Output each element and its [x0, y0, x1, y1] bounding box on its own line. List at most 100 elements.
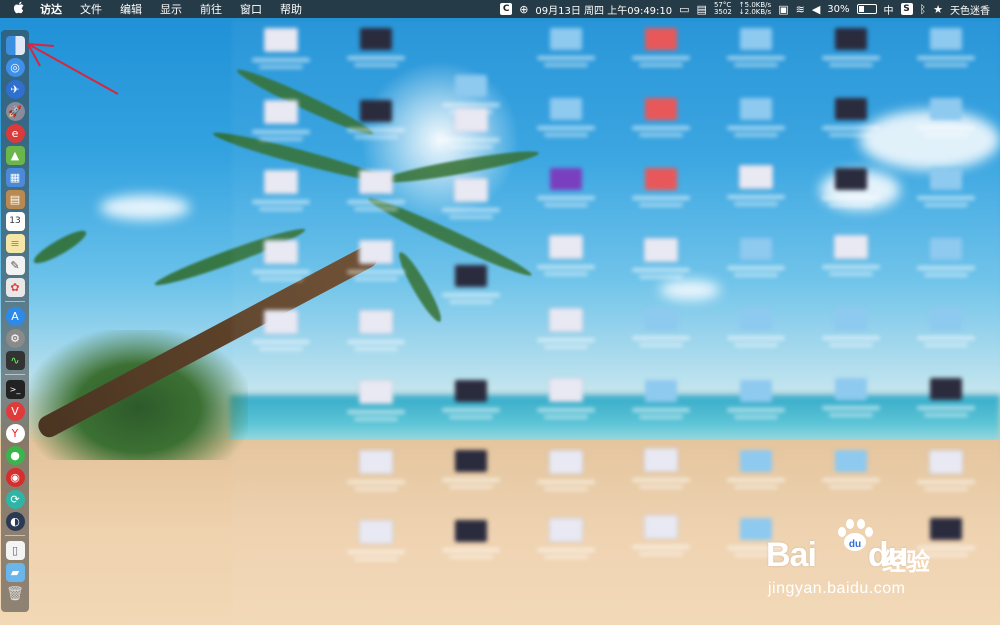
- menu-clock[interactable]: 09月13日 周四 上午09:49:10: [535, 2, 672, 17]
- desktop-file-icon[interactable]: [345, 28, 407, 80]
- android-icon[interactable]: ▲: [5, 145, 25, 165]
- desktop-file-icon[interactable]: [820, 168, 882, 220]
- app-red-icon[interactable]: e: [5, 123, 25, 143]
- menu-view[interactable]: 显示: [160, 1, 182, 17]
- sensor-readout[interactable]: 57°C 3502: [714, 2, 732, 16]
- desktop-file-icon[interactable]: [535, 518, 597, 570]
- globe-icon[interactable]: ⊕: [519, 3, 528, 16]
- desktop-file-icon[interactable]: [630, 380, 692, 432]
- desktop-file-icon[interactable]: [440, 108, 502, 160]
- desktop-file-icon[interactable]: [725, 308, 787, 360]
- menu-go[interactable]: 前往: [200, 1, 222, 17]
- sougou-s-icon[interactable]: S: [900, 3, 913, 15]
- folder-app-icon[interactable]: ▤: [5, 189, 25, 209]
- desktop-file-icon[interactable]: [725, 450, 787, 502]
- desktop-file-icon[interactable]: [440, 178, 502, 230]
- desktop-file-icon[interactable]: [630, 98, 692, 150]
- desktop-file-icon[interactable]: [440, 380, 502, 432]
- netease-music-icon[interactable]: ◉: [5, 467, 25, 487]
- yandex-icon[interactable]: Y: [5, 423, 25, 443]
- menu-app-name[interactable]: 访达: [40, 1, 62, 17]
- desktop-file-icon[interactable]: [440, 265, 502, 317]
- desktop-file-icon[interactable]: [250, 100, 312, 152]
- desktop-file-icon[interactable]: [915, 168, 977, 220]
- desktop-file-icon[interactable]: [915, 378, 977, 430]
- clipboard-c-icon[interactable]: C: [500, 3, 513, 15]
- desktop-file-icon[interactable]: [820, 28, 882, 80]
- desktop-file-icon[interactable]: [725, 98, 787, 150]
- desktop-file-icon[interactable]: [915, 98, 977, 150]
- desktop-file-icon[interactable]: [535, 235, 597, 287]
- preview-icon[interactable]: ▦: [5, 167, 25, 187]
- desktop-file-icon[interactable]: [250, 310, 312, 362]
- downloads-folder-icon[interactable]: ▰: [5, 562, 25, 582]
- desktop-file-icon[interactable]: [630, 308, 692, 360]
- volume-icon[interactable]: ◀: [812, 3, 820, 16]
- document-icon[interactable]: ▯: [5, 540, 25, 560]
- desktop-file-icon[interactable]: [630, 238, 692, 290]
- network-speed[interactable]: ↑5.0KB/s ↓2.0KB/s: [739, 2, 771, 16]
- menu-file[interactable]: 文件: [80, 1, 102, 17]
- launchpad-icon[interactable]: 🚀: [5, 101, 25, 121]
- wechat-icon[interactable]: ●: [5, 445, 25, 465]
- desktop-file-icon[interactable]: [250, 28, 312, 80]
- notes-icon[interactable]: ≡: [5, 233, 25, 253]
- bluetooth-icon[interactable]: ᛒ: [920, 3, 927, 16]
- system-preferences-icon[interactable]: ⚙: [5, 328, 25, 348]
- desktop-file-icon[interactable]: [725, 238, 787, 290]
- desktop-file-icon[interactable]: [440, 520, 502, 572]
- star-icon[interactable]: ★: [933, 3, 943, 16]
- desktop-file-icon[interactable]: [535, 98, 597, 150]
- menu-extra-icon[interactable]: ▤: [697, 3, 707, 16]
- desktop-file-icon[interactable]: [915, 308, 977, 360]
- steam-icon[interactable]: ◐: [5, 511, 25, 531]
- menu-edit[interactable]: 编辑: [120, 1, 142, 17]
- calendar-icon[interactable]: 13: [5, 211, 25, 231]
- desktop-file-icon[interactable]: [535, 450, 597, 502]
- menu-window[interactable]: 窗口: [240, 1, 262, 17]
- battery-percent[interactable]: 30%: [827, 4, 849, 15]
- desktop-file-icon[interactable]: [250, 240, 312, 292]
- desktop-file-icon[interactable]: [345, 380, 407, 432]
- desktop-file-icon[interactable]: [345, 100, 407, 152]
- desktop-file-icon[interactable]: [345, 310, 407, 362]
- desktop-file-icon[interactable]: [345, 520, 407, 572]
- desktop-file-icon[interactable]: [630, 28, 692, 80]
- desktop-file-icon[interactable]: [820, 450, 882, 502]
- vivaldi-icon[interactable]: V: [5, 401, 25, 421]
- textedit-icon[interactable]: ✎: [5, 255, 25, 275]
- wifi-icon[interactable]: ≋: [796, 3, 805, 16]
- desktop-file-icon[interactable]: [630, 448, 692, 500]
- appstore-icon[interactable]: A: [5, 306, 25, 326]
- trash-icon[interactable]: 🗑: [6, 585, 25, 604]
- desktop-file-icon[interactable]: [250, 170, 312, 222]
- apple-icon[interactable]: [13, 1, 28, 17]
- activity-monitor-icon[interactable]: ∿: [5, 350, 25, 370]
- desktop-file-icon[interactable]: [725, 380, 787, 432]
- sync-icon[interactable]: ⟳: [5, 489, 25, 509]
- desktop-file-icon[interactable]: [535, 28, 597, 80]
- input-method[interactable]: 中: [884, 2, 894, 17]
- desktop-file-icon[interactable]: [820, 98, 882, 150]
- desktop-file-icon[interactable]: [535, 308, 597, 360]
- battery-icon[interactable]: [856, 4, 877, 14]
- menu-help[interactable]: 帮助: [280, 1, 302, 17]
- desktop-file-icon[interactable]: [915, 450, 977, 502]
- desktop-file-icon[interactable]: [630, 515, 692, 567]
- terminal-icon[interactable]: >_: [5, 379, 25, 399]
- desktop-file-icon[interactable]: [725, 165, 787, 217]
- desktop-file-icon[interactable]: [440, 450, 502, 502]
- display-icon[interactable]: ▭: [679, 3, 689, 16]
- desktop-file-icon[interactable]: [345, 450, 407, 502]
- desktop-file-icon[interactable]: [630, 168, 692, 220]
- desktop-file-icon[interactable]: [345, 240, 407, 292]
- screen-mirror-icon[interactable]: ▣: [778, 3, 788, 16]
- desktop-file-icon[interactable]: [820, 378, 882, 430]
- desktop-file-icon[interactable]: [915, 28, 977, 80]
- desktop-file-icon[interactable]: [725, 28, 787, 80]
- desktop-file-icon[interactable]: [535, 168, 597, 220]
- user-name[interactable]: 天色迷香: [950, 2, 990, 17]
- photos-icon[interactable]: ✿: [5, 277, 25, 297]
- desktop-file-icon[interactable]: [820, 235, 882, 287]
- desktop-file-icon[interactable]: [915, 238, 977, 290]
